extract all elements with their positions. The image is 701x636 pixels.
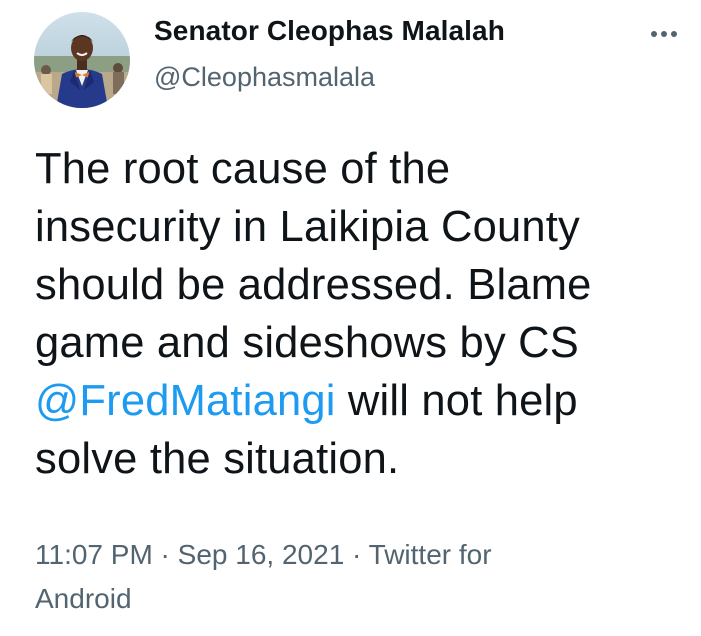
tweet-text-line: game and sideshows by CS bbox=[35, 319, 580, 367]
more-options-button[interactable] bbox=[643, 18, 685, 50]
tweet-text: The root cause of the insecurity in Laik… bbox=[35, 140, 685, 488]
tweet-text-line: should be addressed. Blame bbox=[35, 261, 592, 309]
meta-line: Android bbox=[35, 577, 635, 621]
tweet-date: Sep 16, 2021 bbox=[177, 539, 345, 570]
avatar-image bbox=[34, 12, 130, 108]
tweet-card: Senator Cleophas Malalah @Cleophasmalala… bbox=[0, 0, 701, 636]
tweet-source-continued[interactable]: Android bbox=[35, 583, 132, 614]
author-name[interactable]: Senator Cleophas Malalah bbox=[154, 15, 505, 47]
tweet-time: 11:07 PM bbox=[35, 539, 153, 570]
tweet-source[interactable]: Twitter for bbox=[369, 539, 492, 570]
tweet-text-fragment: will not help bbox=[335, 377, 578, 425]
avatar[interactable] bbox=[34, 12, 130, 108]
author-handle[interactable]: @Cleophasmalala bbox=[154, 62, 375, 93]
tweet-text-line: The root cause of the bbox=[35, 145, 451, 193]
tweet-meta: 11:07 PM · Sep 16, 2021 · Twitter for An… bbox=[35, 533, 635, 621]
timestamp-link[interactable]: 11:07 PM · Sep 16, 2021 bbox=[35, 539, 344, 570]
meta-line: 11:07 PM · Sep 16, 2021 · Twitter for bbox=[35, 533, 635, 577]
more-horizontal-icon bbox=[651, 31, 677, 37]
meta-separator: · bbox=[344, 539, 369, 570]
tweet-text-line: solve the situation. bbox=[35, 435, 400, 483]
meta-separator: · bbox=[152, 539, 178, 570]
mention-link[interactable]: @FredMatiangi bbox=[35, 377, 336, 425]
tweet-text-line: insecurity in Laikipia County bbox=[35, 203, 580, 251]
tweet-text-line: @FredMatiangi will not help bbox=[35, 372, 685, 430]
